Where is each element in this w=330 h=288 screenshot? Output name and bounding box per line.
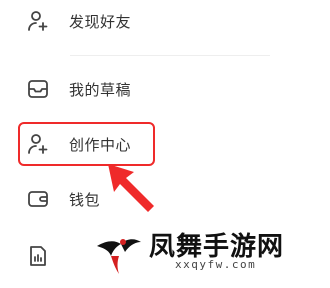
phoenix-logo-icon (97, 239, 141, 274)
menu-item-wallet[interactable]: 钱包 (25, 181, 100, 217)
drafts-icon (25, 76, 51, 102)
chart-bars-icon (25, 243, 51, 269)
menu-item-discover-friends[interactable]: 发现好友 (25, 3, 131, 39)
menu-item-my-drafts[interactable]: 我的草稿 (25, 71, 131, 107)
menu-item-label: 我的草稿 (69, 80, 132, 99)
menu-item-label: 钱包 (69, 190, 101, 209)
divider (70, 55, 270, 56)
pointer-arrow-icon (108, 164, 154, 212)
menu-item-stats[interactable] (25, 238, 69, 274)
menu-item-label: 发现好友 (69, 12, 132, 31)
add-user-icon (25, 8, 51, 34)
watermark-url: xxqyfw.com (175, 258, 257, 271)
wallet-icon (25, 186, 51, 212)
watermark: 凤舞手游网 xxqyfw.com (93, 224, 313, 280)
